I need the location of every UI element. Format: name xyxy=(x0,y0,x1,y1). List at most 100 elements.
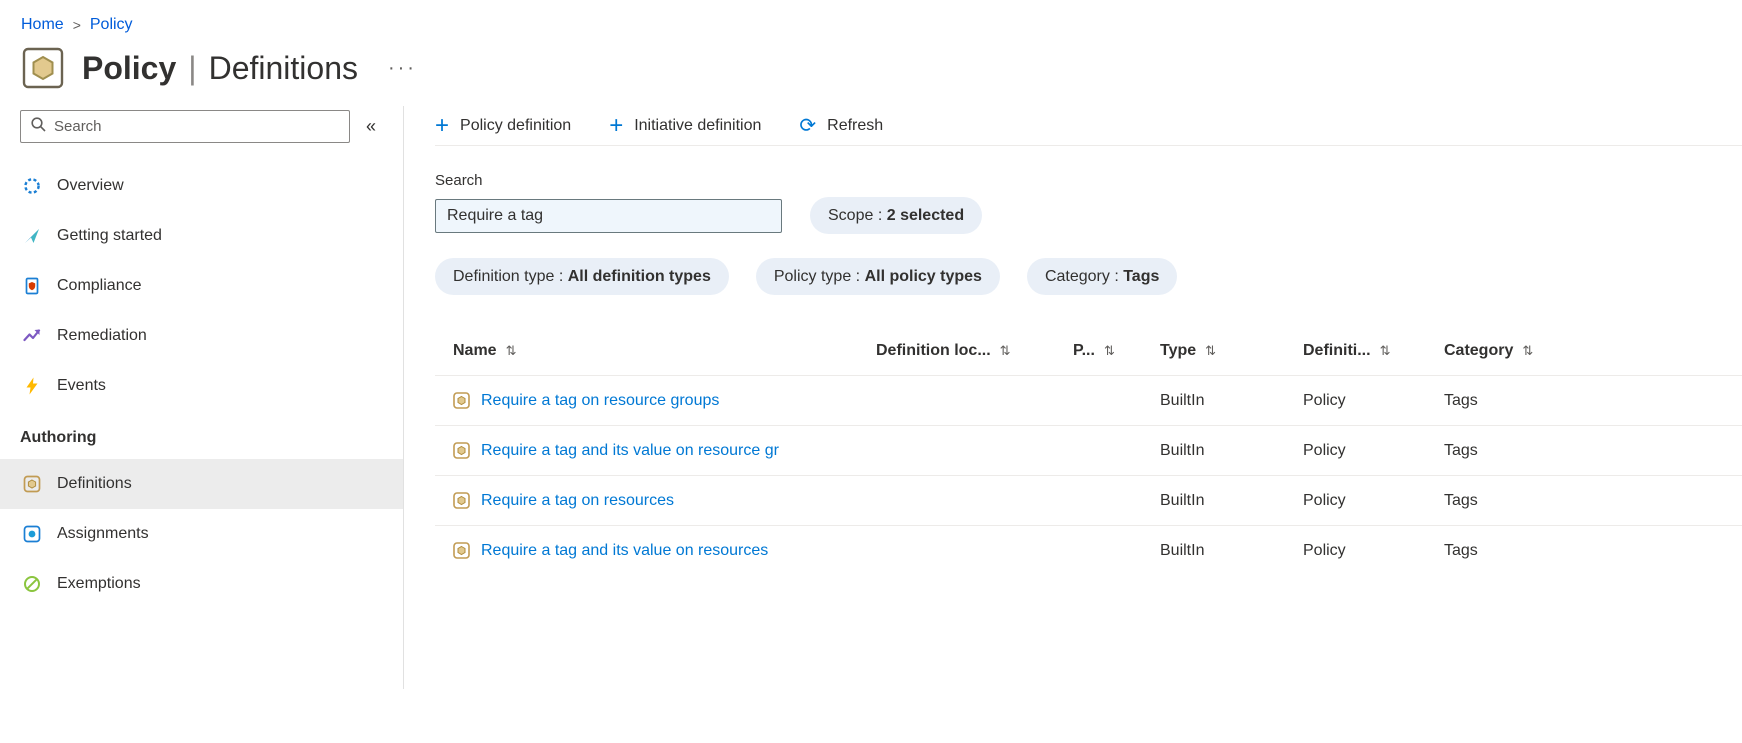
policy-definition-button[interactable]: + Policy definition xyxy=(435,111,571,139)
pill-value: Tags xyxy=(1123,267,1160,285)
sidebar-item-overview[interactable]: Overview xyxy=(0,161,403,211)
table-header: Name ⇅ Definition loc... ⇅ P... ⇅ Type ⇅… xyxy=(435,327,1742,375)
pill-label: Policy type xyxy=(773,267,852,285)
table-row[interactable]: Require a tag on resource groups BuiltIn… xyxy=(435,375,1742,425)
breadcrumb-home-link[interactable]: Home xyxy=(21,16,64,34)
initiative-definition-button-label: Initiative definition xyxy=(634,116,762,134)
plus-icon: + xyxy=(609,111,624,139)
category-cell: Tags xyxy=(1444,391,1478,409)
definition-link[interactable]: Require a tag and its value on resource … xyxy=(481,442,779,460)
definition-type-filter-pill[interactable]: Definition type : All definition types xyxy=(435,258,729,295)
column-label: Category xyxy=(1444,342,1514,359)
main-content: + Policy definition + Initiative definit… xyxy=(404,106,1742,689)
column-header-policies[interactable]: P... ⇅ xyxy=(1073,342,1160,360)
page-title-subtitle: Definitions xyxy=(208,49,358,86)
sidebar-item-label: Overview xyxy=(57,177,124,194)
refresh-button-label: Refresh xyxy=(827,116,884,134)
sidebar-search-input[interactable] xyxy=(54,118,340,135)
sidebar-item-label: Events xyxy=(57,377,106,394)
content: « Overview Getting started xyxy=(0,106,1742,689)
page-title-main: Policy xyxy=(82,49,177,86)
pill-value: All policy types xyxy=(864,267,982,285)
category-cell: Tags xyxy=(1444,541,1478,559)
policy-definition-icon xyxy=(453,542,470,559)
column-label: Name xyxy=(453,342,497,359)
pill-label: Definition type xyxy=(453,267,555,285)
initiative-definition-button[interactable]: + Initiative definition xyxy=(609,111,762,139)
definitions-icon xyxy=(22,474,42,494)
name-cell: Require a tag on resource groups xyxy=(453,392,876,410)
page-title: Policy | Definitions xyxy=(82,50,358,87)
filter-row-1: Scope : 2 selected xyxy=(435,197,1742,234)
sidebar-item-label: Getting started xyxy=(57,227,162,244)
column-header-type[interactable]: Type ⇅ xyxy=(1160,342,1303,360)
type-cell: BuiltIn xyxy=(1160,441,1205,459)
definition-type-cell: Policy xyxy=(1303,541,1346,559)
column-header-definition-type[interactable]: Definiti... ⇅ xyxy=(1303,342,1444,360)
column-label: Definiti... xyxy=(1303,342,1371,359)
sort-icon: ⇅ xyxy=(1205,343,1217,358)
sidebar-authoring-menu: Definitions Assignments Exemptions xyxy=(0,459,403,609)
search-label: Search xyxy=(435,172,483,189)
sidebar-item-exemptions[interactable]: Exemptions xyxy=(0,559,403,609)
definition-type-cell: Policy xyxy=(1303,441,1346,459)
table-row[interactable]: Require a tag and its value on resource … xyxy=(435,425,1742,475)
sidebar-search-row: « xyxy=(0,110,403,143)
refresh-icon: ⟳ xyxy=(799,114,817,137)
pill-label: Scope xyxy=(828,206,874,224)
policy-definition-icon xyxy=(453,442,470,459)
filter-row-2: Definition type : All definition types P… xyxy=(435,258,1742,295)
definition-link[interactable]: Require a tag on resource groups xyxy=(481,392,719,410)
sidebar-section-authoring: Authoring xyxy=(20,429,97,446)
sidebar-item-assignments[interactable]: Assignments xyxy=(0,509,403,559)
column-header-definition-location[interactable]: Definition loc... ⇅ xyxy=(876,342,1073,360)
policy-type-filter-pill[interactable]: Policy type : All policy types xyxy=(755,258,1000,295)
pill-label: Category xyxy=(1044,267,1110,285)
sidebar-search-box[interactable] xyxy=(20,110,350,143)
events-icon xyxy=(22,376,42,396)
policy-icon xyxy=(22,46,64,90)
pill-separator: : xyxy=(554,267,568,285)
sidebar-item-label: Assignments xyxy=(57,525,149,542)
column-header-name[interactable]: Name ⇅ xyxy=(453,342,876,360)
sidebar-item-compliance[interactable]: Compliance xyxy=(0,261,403,311)
category-cell: Tags xyxy=(1444,441,1478,459)
definition-link[interactable]: Require a tag on resources xyxy=(481,492,674,510)
definition-search-input[interactable] xyxy=(435,198,782,233)
pill-separator: : xyxy=(1109,267,1124,285)
pill-separator: : xyxy=(873,206,887,224)
assignments-icon xyxy=(22,524,42,544)
column-header-category[interactable]: Category ⇅ xyxy=(1444,342,1742,360)
refresh-button[interactable]: ⟳ Refresh xyxy=(799,116,883,136)
column-label: Type xyxy=(1160,342,1197,359)
pill-value: All definition types xyxy=(567,267,711,285)
remediation-icon xyxy=(22,326,42,346)
toolbar: + Policy definition + Initiative definit… xyxy=(435,106,1742,146)
policy-definition-icon xyxy=(453,492,470,509)
sidebar: « Overview Getting started xyxy=(0,106,404,689)
category-filter-pill[interactable]: Category : Tags xyxy=(1026,258,1178,295)
sidebar-item-getting-started[interactable]: Getting started xyxy=(0,211,403,261)
collapse-sidebar-icon[interactable]: « xyxy=(366,116,376,137)
breadcrumb: Home > Policy xyxy=(0,0,1742,34)
page-header: Policy | Definitions ··· xyxy=(0,34,1742,90)
sidebar-item-definitions[interactable]: Definitions xyxy=(0,459,403,509)
definition-link[interactable]: Require a tag and its value on resources xyxy=(481,542,768,560)
sort-icon: ⇅ xyxy=(1522,343,1534,358)
sidebar-item-label: Exemptions xyxy=(57,575,141,592)
table-row[interactable]: Require a tag on resources BuiltIn Polic… xyxy=(435,475,1742,525)
table-row[interactable]: Require a tag and its value on resources… xyxy=(435,525,1742,575)
sidebar-item-remediation[interactable]: Remediation xyxy=(0,311,403,361)
plus-icon: + xyxy=(435,111,450,139)
more-icon[interactable]: ··· xyxy=(388,57,417,80)
type-cell: BuiltIn xyxy=(1160,491,1205,509)
sort-icon: ⇅ xyxy=(999,343,1011,358)
sort-icon: ⇅ xyxy=(1379,343,1391,358)
pill-value: 2 selected xyxy=(886,206,965,224)
scope-filter-pill[interactable]: Scope : 2 selected xyxy=(810,197,983,234)
pill-separator: : xyxy=(851,267,865,285)
sidebar-item-events[interactable]: Events xyxy=(0,361,403,411)
name-cell: Require a tag and its value on resources xyxy=(453,542,876,560)
breadcrumb-policy-link[interactable]: Policy xyxy=(90,16,133,34)
policy-definition-icon xyxy=(453,392,470,409)
